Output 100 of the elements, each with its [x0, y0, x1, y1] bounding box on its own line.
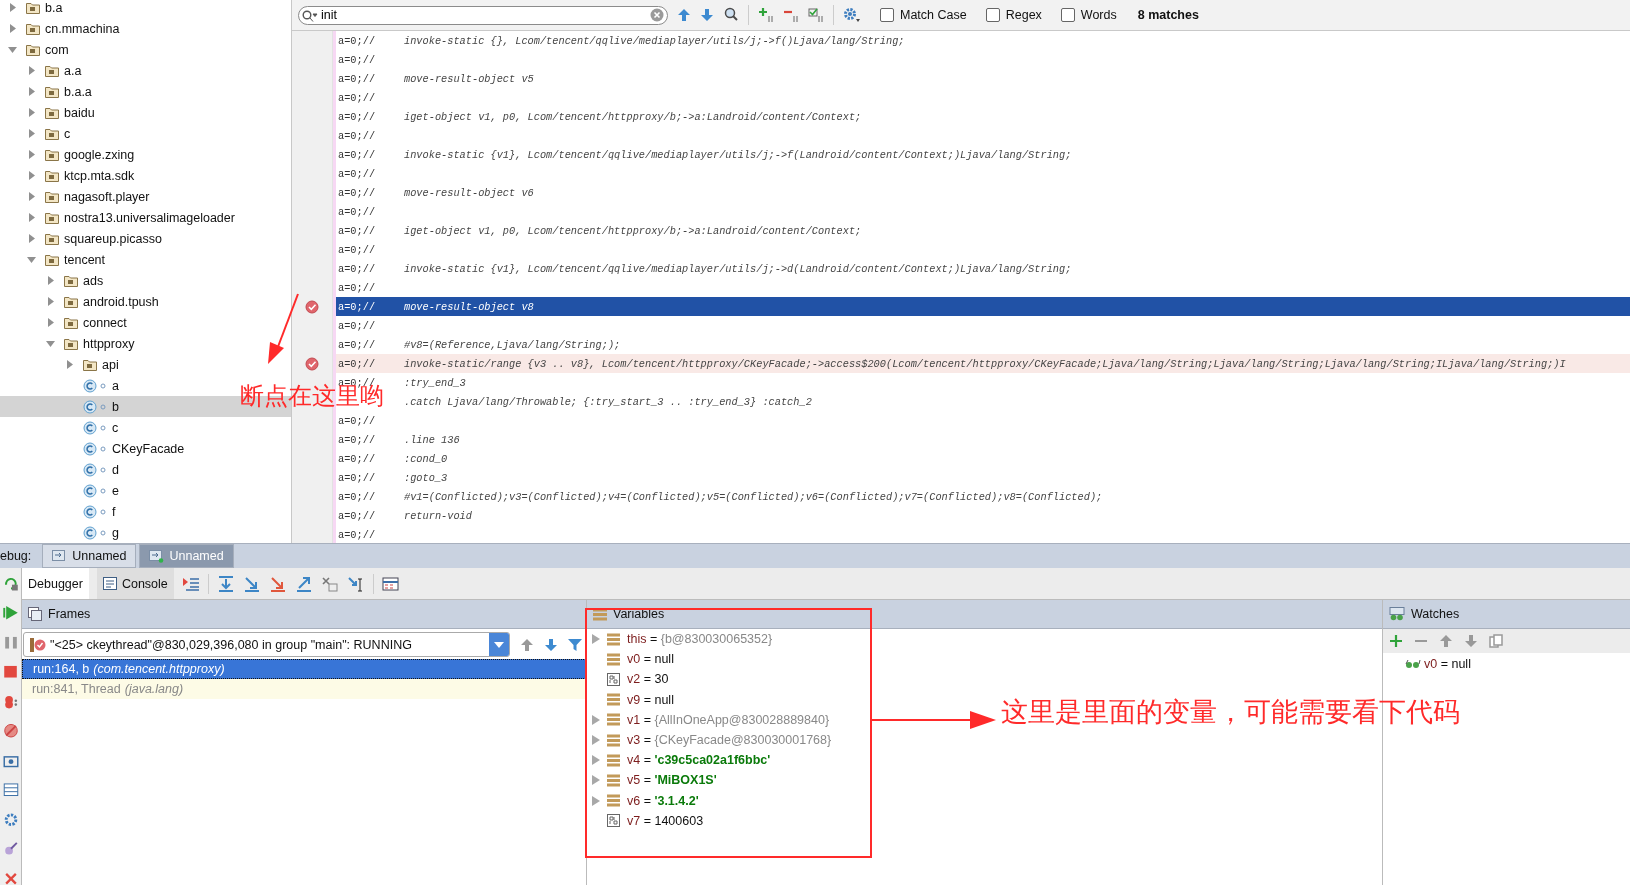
- tree-item[interactable]: ktcp.mta.sdk: [0, 165, 139, 186]
- breakpoint-icon[interactable]: [305, 356, 319, 371]
- tree-item[interactable]: b.a: [0, 0, 67, 18]
- find-all-icon[interactable]: [723, 7, 739, 23]
- layout-icon[interactable]: [2, 782, 19, 798]
- expand-arrow-icon[interactable]: [592, 795, 600, 806]
- expand-arrow-icon[interactable]: [27, 192, 36, 201]
- variable-row[interactable]: v4 = 'c39c5ca02a1f6bbc': [587, 750, 771, 771]
- arrow-up-icon[interactable]: [520, 637, 534, 652]
- frame-item[interactable]: run:164, b (com.tencent.httpproxy): [22, 659, 586, 679]
- execution-point-icon[interactable]: [181, 575, 200, 592]
- variable-row[interactable]: v7 = 1400603: [587, 810, 704, 831]
- filter-icon[interactable]: [568, 637, 582, 652]
- variable-row[interactable]: v9 = null: [587, 689, 674, 710]
- expand-arrow-icon[interactable]: [27, 171, 36, 180]
- expand-arrow-icon[interactable]: [8, 45, 17, 54]
- tree-item[interactable]: g: [0, 522, 123, 543]
- expand-arrow-icon[interactable]: [27, 234, 36, 243]
- breakpoint-icon[interactable]: [305, 299, 319, 314]
- tree-item[interactable]: api: [0, 354, 123, 375]
- tree-item[interactable]: CKeyFacade: [0, 438, 189, 459]
- add-icon[interactable]: [1389, 634, 1403, 648]
- tree-item[interactable]: c: [0, 123, 75, 144]
- step-over-icon[interactable]: [216, 575, 235, 592]
- add-selection-icon[interactable]: [758, 7, 774, 23]
- expand-arrow-icon[interactable]: [27, 66, 36, 75]
- expand-arrow-icon[interactable]: [592, 714, 600, 725]
- variable-row[interactable]: v3 = {CKeyFacade@830030001768}: [587, 729, 832, 751]
- search-field[interactable]: init: [298, 5, 668, 25]
- tree-item[interactable]: connect: [0, 312, 131, 333]
- variable-row[interactable]: this = {b@830030065352}: [587, 629, 773, 650]
- tree-item[interactable]: google.zxing: [0, 144, 139, 165]
- tree-item[interactable]: com: [0, 39, 73, 60]
- resume-icon[interactable]: [2, 605, 19, 621]
- tree-item[interactable]: httpproxy: [0, 333, 139, 354]
- breakpoints-icon[interactable]: [2, 693, 19, 710]
- expand-arrow-icon[interactable]: [27, 108, 36, 117]
- copy-icon[interactable]: [1489, 634, 1503, 648]
- arrow-up-icon[interactable]: [1439, 634, 1453, 648]
- tree-item[interactable]: a.a: [0, 60, 86, 81]
- variable-row[interactable]: v6 = '3.1.4.2': [587, 790, 699, 811]
- tree-item[interactable]: c: [0, 417, 123, 438]
- tree-item[interactable]: baidu: [0, 102, 99, 123]
- expand-arrow-icon[interactable]: [27, 213, 36, 222]
- variable-row[interactable]: v2 = 30: [587, 669, 669, 690]
- select-all-icon[interactable]: [808, 7, 824, 23]
- expand-arrow-icon[interactable]: [27, 87, 36, 96]
- tree-item[interactable]: nagasoft.player: [0, 186, 154, 207]
- checkbox[interactable]: [880, 8, 894, 22]
- arrow-down-icon[interactable]: [1464, 634, 1478, 648]
- rerun-icon[interactable]: [2, 576, 19, 592]
- force-step-into-icon[interactable]: [268, 575, 287, 592]
- expand-arrow-icon[interactable]: [27, 150, 36, 159]
- step-into-icon[interactable]: [242, 575, 261, 592]
- caret-icon[interactable]: [489, 633, 509, 656]
- tree-item[interactable]: e: [0, 480, 123, 501]
- expand-arrow-icon[interactable]: [46, 276, 55, 285]
- frame-item[interactable]: run:841, Thread (java.lang): [22, 679, 586, 699]
- pause-icon[interactable]: [2, 634, 19, 651]
- run-to-cursor-icon[interactable]: [346, 575, 365, 592]
- expand-arrow-icon[interactable]: [592, 634, 600, 645]
- tree-item[interactable]: f: [0, 501, 120, 522]
- settings-icon[interactable]: [2, 811, 19, 828]
- variable-row[interactable]: v1 = {AllInOneApp@830028889840}: [587, 709, 830, 730]
- arrow-down-icon[interactable]: [544, 637, 558, 652]
- pin-icon[interactable]: [2, 841, 19, 857]
- variable-row[interactable]: v0 = null: [587, 649, 674, 670]
- step-out-icon[interactable]: [294, 575, 313, 592]
- arrow-up-icon[interactable]: [677, 8, 691, 22]
- tree-item[interactable]: cn.mmachina: [0, 18, 124, 39]
- checkbox[interactable]: [1060, 8, 1075, 22]
- tree-item[interactable]: a: [0, 375, 123, 396]
- tree-item[interactable]: nostra13.universalimageloader: [0, 207, 239, 228]
- debug-tab[interactable]: Unnamed: [42, 544, 137, 568]
- tree-item[interactable]: tencent: [0, 249, 109, 270]
- expand-arrow-icon[interactable]: [27, 255, 36, 264]
- expand-arrow-icon[interactable]: [592, 735, 600, 746]
- expand-arrow-icon[interactable]: [65, 360, 74, 369]
- tree-item[interactable]: android.tpush: [0, 291, 163, 312]
- expand-arrow-icon[interactable]: [8, 3, 17, 12]
- evaluate-icon[interactable]: [381, 575, 400, 592]
- tree-item[interactable]: squareup.picasso: [0, 228, 166, 249]
- expand-arrow-icon[interactable]: [46, 339, 55, 348]
- stop-icon[interactable]: [2, 664, 19, 680]
- tree-item[interactable]: d: [0, 459, 123, 480]
- mute-breakpoints-icon[interactable]: [2, 723, 19, 739]
- debugger-tab[interactable]: Console: [96, 568, 174, 599]
- expand-arrow-icon[interactable]: [46, 318, 55, 327]
- checkbox[interactable]: [985, 8, 1000, 22]
- debugger-tab[interactable]: Debugger: [22, 568, 89, 599]
- variable-row[interactable]: v5 = 'MiBOX1S': [587, 770, 717, 791]
- thread-dropdown[interactable]: "<25> ckeythread"@830,029,396,080 in group "main": RUNNING: [23, 632, 510, 657]
- expand-arrow-icon[interactable]: [27, 129, 36, 138]
- tree-item[interactable]: ads: [0, 270, 108, 291]
- clear-icon[interactable]: [650, 8, 664, 22]
- expand-arrow-icon[interactable]: [592, 775, 600, 786]
- expand-arrow-icon[interactable]: [46, 297, 55, 306]
- expand-arrow-icon[interactable]: [592, 755, 600, 766]
- tree-item[interactable]: b.a.a: [0, 81, 96, 102]
- expand-arrow-icon[interactable]: [8, 24, 17, 33]
